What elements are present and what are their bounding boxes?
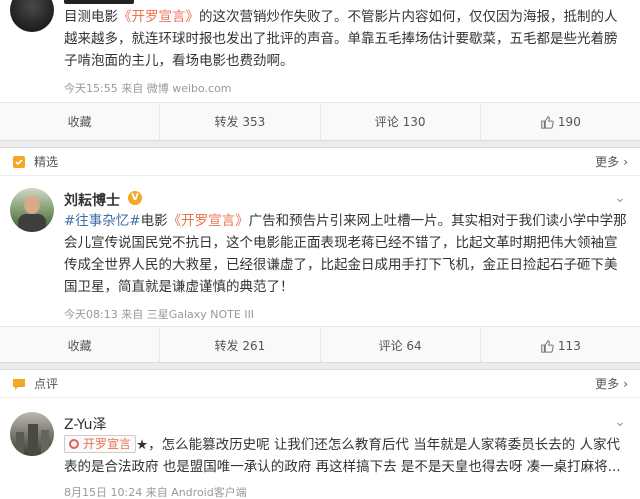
- vip-badge-icon: V: [128, 191, 142, 205]
- like-button[interactable]: 190: [481, 103, 640, 140]
- section-header-featured: 精选 更多 ›: [0, 148, 640, 176]
- more-link[interactable]: 更多 ›: [595, 375, 628, 392]
- chevron-right-icon: ›: [623, 154, 628, 169]
- post-card-2: 精选 更多 › 刘耘博士 V ⌄ #往事杂忆#电影《开罗宣言》广告和预告片引来网…: [0, 148, 640, 364]
- topic-chip[interactable]: 开罗宣言: [64, 435, 137, 453]
- chevron-right-icon: ›: [623, 376, 628, 391]
- avatar[interactable]: [10, 412, 54, 456]
- film-icon: [69, 439, 79, 449]
- section-title: 精选: [34, 155, 59, 169]
- post-text: #往事杂忆#电影《开罗宣言》广告和预告片引来网上吐槽一片。其实相对于我们读小学中…: [64, 213, 627, 295]
- movie-link[interactable]: 《开罗宣言》: [168, 213, 249, 229]
- hashtag-link[interactable]: #往事杂忆#: [64, 213, 141, 229]
- comment-review-icon: [13, 378, 25, 390]
- comment-button[interactable]: 评论 130: [321, 103, 481, 140]
- like-button[interactable]: 113: [481, 327, 640, 364]
- post-meta: 今天08:13 来自 三星Galaxy NOTE III: [64, 308, 255, 321]
- comment-button[interactable]: 评论 64: [321, 327, 481, 364]
- chevron-down-icon[interactable]: ⌄: [614, 190, 626, 206]
- post-meta: 今天15:55 来自 微博 weibo.com: [64, 82, 232, 95]
- post-text: 目测电影《开罗宣言》的这次营销炒作失败了。不管影片内容如何，仅仅因为海报，抵制的…: [64, 9, 618, 69]
- action-bar: 收藏 转发 353 评论 130 190: [0, 102, 640, 140]
- post-card-3: 点评 更多 › Z-Yu泽 ⌄ 开罗宣言 ★，怎么能篡改历史呢 让我们还怎么教育后…: [0, 370, 640, 499]
- section-header-review: 点评 更多 ›: [0, 370, 640, 398]
- save-button[interactable]: 收藏: [0, 103, 161, 140]
- like-icon: [541, 115, 554, 129]
- post-card-1: 目测电影《开罗宣言》的这次营销炒作失败了。不管影片内容如何，仅仅因为海报，抵制的…: [0, 0, 640, 140]
- post-meta: 8月15日 10:24 来自 Android客户端: [64, 486, 247, 499]
- featured-icon: [13, 155, 25, 168]
- save-button[interactable]: 收藏: [0, 327, 161, 364]
- post-text: 开罗宣言 ★，怎么能篡改历史呢 让我们还怎么教育后代 当年就是人家蒋委员长去的 人…: [64, 435, 621, 475]
- chevron-down-icon[interactable]: ⌄: [614, 414, 626, 430]
- action-bar: 收藏 转发 261 评论 64 113: [0, 326, 640, 364]
- separator: [0, 140, 640, 148]
- username-partial[interactable]: [64, 0, 134, 4]
- author-name[interactable]: Z-Yu泽: [64, 414, 107, 434]
- separator: [0, 362, 640, 370]
- repost-button[interactable]: 转发 353: [160, 103, 321, 140]
- avatar[interactable]: [10, 0, 54, 32]
- movie-link[interactable]: 《开罗宣言》: [118, 9, 199, 25]
- section-title: 点评: [34, 377, 59, 391]
- author-name[interactable]: 刘耘博士: [64, 190, 120, 210]
- repost-button[interactable]: 转发 261: [160, 327, 321, 364]
- avatar[interactable]: [10, 188, 54, 232]
- more-link[interactable]: 更多 ›: [595, 153, 628, 170]
- like-icon: [541, 339, 554, 353]
